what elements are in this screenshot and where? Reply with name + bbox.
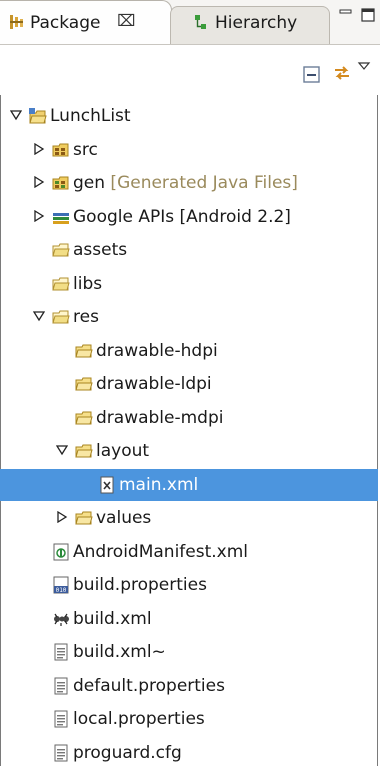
link-with-editor-icon[interactable] bbox=[332, 63, 352, 83]
tree-item-decoration: [Generated Java Files] bbox=[105, 173, 298, 193]
tree-item-label: libs bbox=[73, 273, 103, 294]
tree-item-default-properties[interactable]: default.properties bbox=[0, 670, 378, 702]
tree-item-drawable-mdpi[interactable]: drawable-mdpi bbox=[0, 402, 378, 434]
collapsed-arrow-icon[interactable] bbox=[33, 176, 45, 188]
tree-item-label: build.properties bbox=[73, 575, 207, 595]
tree-item-label: main.xml bbox=[119, 474, 199, 495]
tree-item-proguard-cfg[interactable]: proguard.cfg bbox=[0, 737, 378, 769]
tab-hierarchy[interactable]: Hierarchy bbox=[170, 6, 330, 44]
android-project-icon bbox=[29, 108, 47, 124]
text-file-icon bbox=[54, 643, 68, 661]
tree-item-assets[interactable]: assets bbox=[0, 234, 378, 266]
text-file-icon bbox=[54, 744, 68, 761]
package-explorer-icon bbox=[10, 15, 23, 29]
project-folder-icon bbox=[52, 277, 70, 290]
tree-item-src[interactable]: src bbox=[0, 134, 378, 166]
tree-item-values[interactable]: values bbox=[0, 502, 378, 534]
tree-item-lunchlist[interactable]: LunchList bbox=[0, 100, 378, 132]
xml-file-icon bbox=[100, 476, 114, 493]
tree-item-build-xml[interactable]: build.xml bbox=[0, 603, 378, 635]
tree-item-label: proguard.cfg bbox=[73, 742, 182, 763]
tree-item-label: layout bbox=[96, 441, 150, 461]
tree-item-build-xml[interactable]: build.xml~ bbox=[0, 636, 378, 668]
tree-item-layout[interactable]: layout bbox=[0, 435, 378, 467]
tree-item-drawable-ldpi[interactable]: drawable-ldpi bbox=[0, 368, 378, 400]
project-folder-icon bbox=[52, 310, 70, 324]
expanded-arrow-icon[interactable] bbox=[10, 109, 22, 121]
text-file-icon bbox=[54, 677, 68, 694]
svg-text:010: 010 bbox=[56, 587, 67, 594]
maximize-icon[interactable] bbox=[360, 7, 376, 23]
tree-item-local-properties[interactable]: local.properties bbox=[0, 703, 378, 735]
view-toolbar bbox=[0, 45, 380, 95]
tree-item-gen[interactable]: gen [Generated Java Files] bbox=[0, 167, 378, 199]
tab-package-label: Package bbox=[30, 13, 101, 33]
tree-item-build-properties[interactable]: 010 build.properties bbox=[0, 569, 378, 601]
text-file-icon bbox=[54, 710, 68, 728]
collapsed-arrow-icon[interactable] bbox=[33, 142, 45, 155]
folder-icon bbox=[75, 444, 93, 458]
library-icon bbox=[53, 212, 69, 224]
properties-file-icon: 010 bbox=[53, 576, 69, 594]
expanded-arrow-icon[interactable] bbox=[33, 310, 45, 322]
tab-package[interactable]: Package ⌧ bbox=[0, 0, 172, 44]
view-menu-icon[interactable] bbox=[357, 59, 371, 73]
hierarchy-icon bbox=[195, 15, 206, 29]
tree-item-label: drawable-hdpi bbox=[96, 340, 218, 361]
minimize-icon[interactable] bbox=[338, 7, 354, 23]
folder-icon bbox=[75, 344, 93, 357]
expanded-arrow-icon[interactable] bbox=[56, 444, 68, 456]
tree-item-label: AndroidManifest.xml bbox=[73, 541, 249, 562]
gen-folder-icon bbox=[52, 176, 69, 190]
tree-item-label: build.xml~ bbox=[73, 642, 166, 662]
tree-item-res[interactable]: res bbox=[0, 301, 378, 333]
folder-icon bbox=[75, 377, 93, 391]
close-icon[interactable]: ⌧ bbox=[117, 11, 135, 30]
collapsed-arrow-icon[interactable] bbox=[33, 209, 45, 222]
view-tab-bar: Package ⌧ Hierarchy bbox=[0, 0, 380, 45]
tree-item-label: drawable-ldpi bbox=[96, 374, 212, 394]
tree-item-libs[interactable]: libs bbox=[0, 268, 378, 300]
tree-item-label: res bbox=[73, 307, 99, 327]
manifest-icon bbox=[53, 543, 69, 560]
tree-item-label: default.properties bbox=[73, 675, 225, 696]
tree-item-label: values bbox=[96, 508, 152, 528]
folder-icon bbox=[75, 511, 93, 525]
tree-item-androidmanifest-xml[interactable]: AndroidManifest.xml bbox=[0, 536, 378, 568]
folder-icon bbox=[75, 411, 93, 424]
ant-icon bbox=[54, 613, 69, 626]
tree-item-label: gen [Generated Java Files] bbox=[73, 173, 298, 193]
tree-item-label: Google APIs [Android 2.2] bbox=[73, 206, 291, 227]
project-folder-icon bbox=[52, 243, 70, 257]
tree-item-label: build.xml bbox=[73, 608, 152, 629]
tree-item-label: drawable-mdpi bbox=[96, 407, 224, 428]
tree-item-label: local.properties bbox=[73, 709, 205, 729]
source-folder-icon bbox=[52, 143, 69, 156]
tree-item-label: src bbox=[73, 139, 98, 160]
tree-item-drawable-hdpi[interactable]: drawable-hdpi bbox=[0, 335, 378, 367]
tree-item-label: LunchList bbox=[50, 106, 131, 126]
tab-hierarchy-label: Hierarchy bbox=[215, 13, 298, 33]
tree-item-label: assets bbox=[73, 240, 128, 260]
collapse-all-icon[interactable] bbox=[302, 65, 322, 85]
collapsed-arrow-icon[interactable] bbox=[56, 511, 68, 523]
tree-item-google-apis-android-2-2[interactable]: Google APIs [Android 2.2] bbox=[0, 201, 378, 233]
tree-item-main-xml[interactable]: main.xml bbox=[0, 468, 378, 501]
